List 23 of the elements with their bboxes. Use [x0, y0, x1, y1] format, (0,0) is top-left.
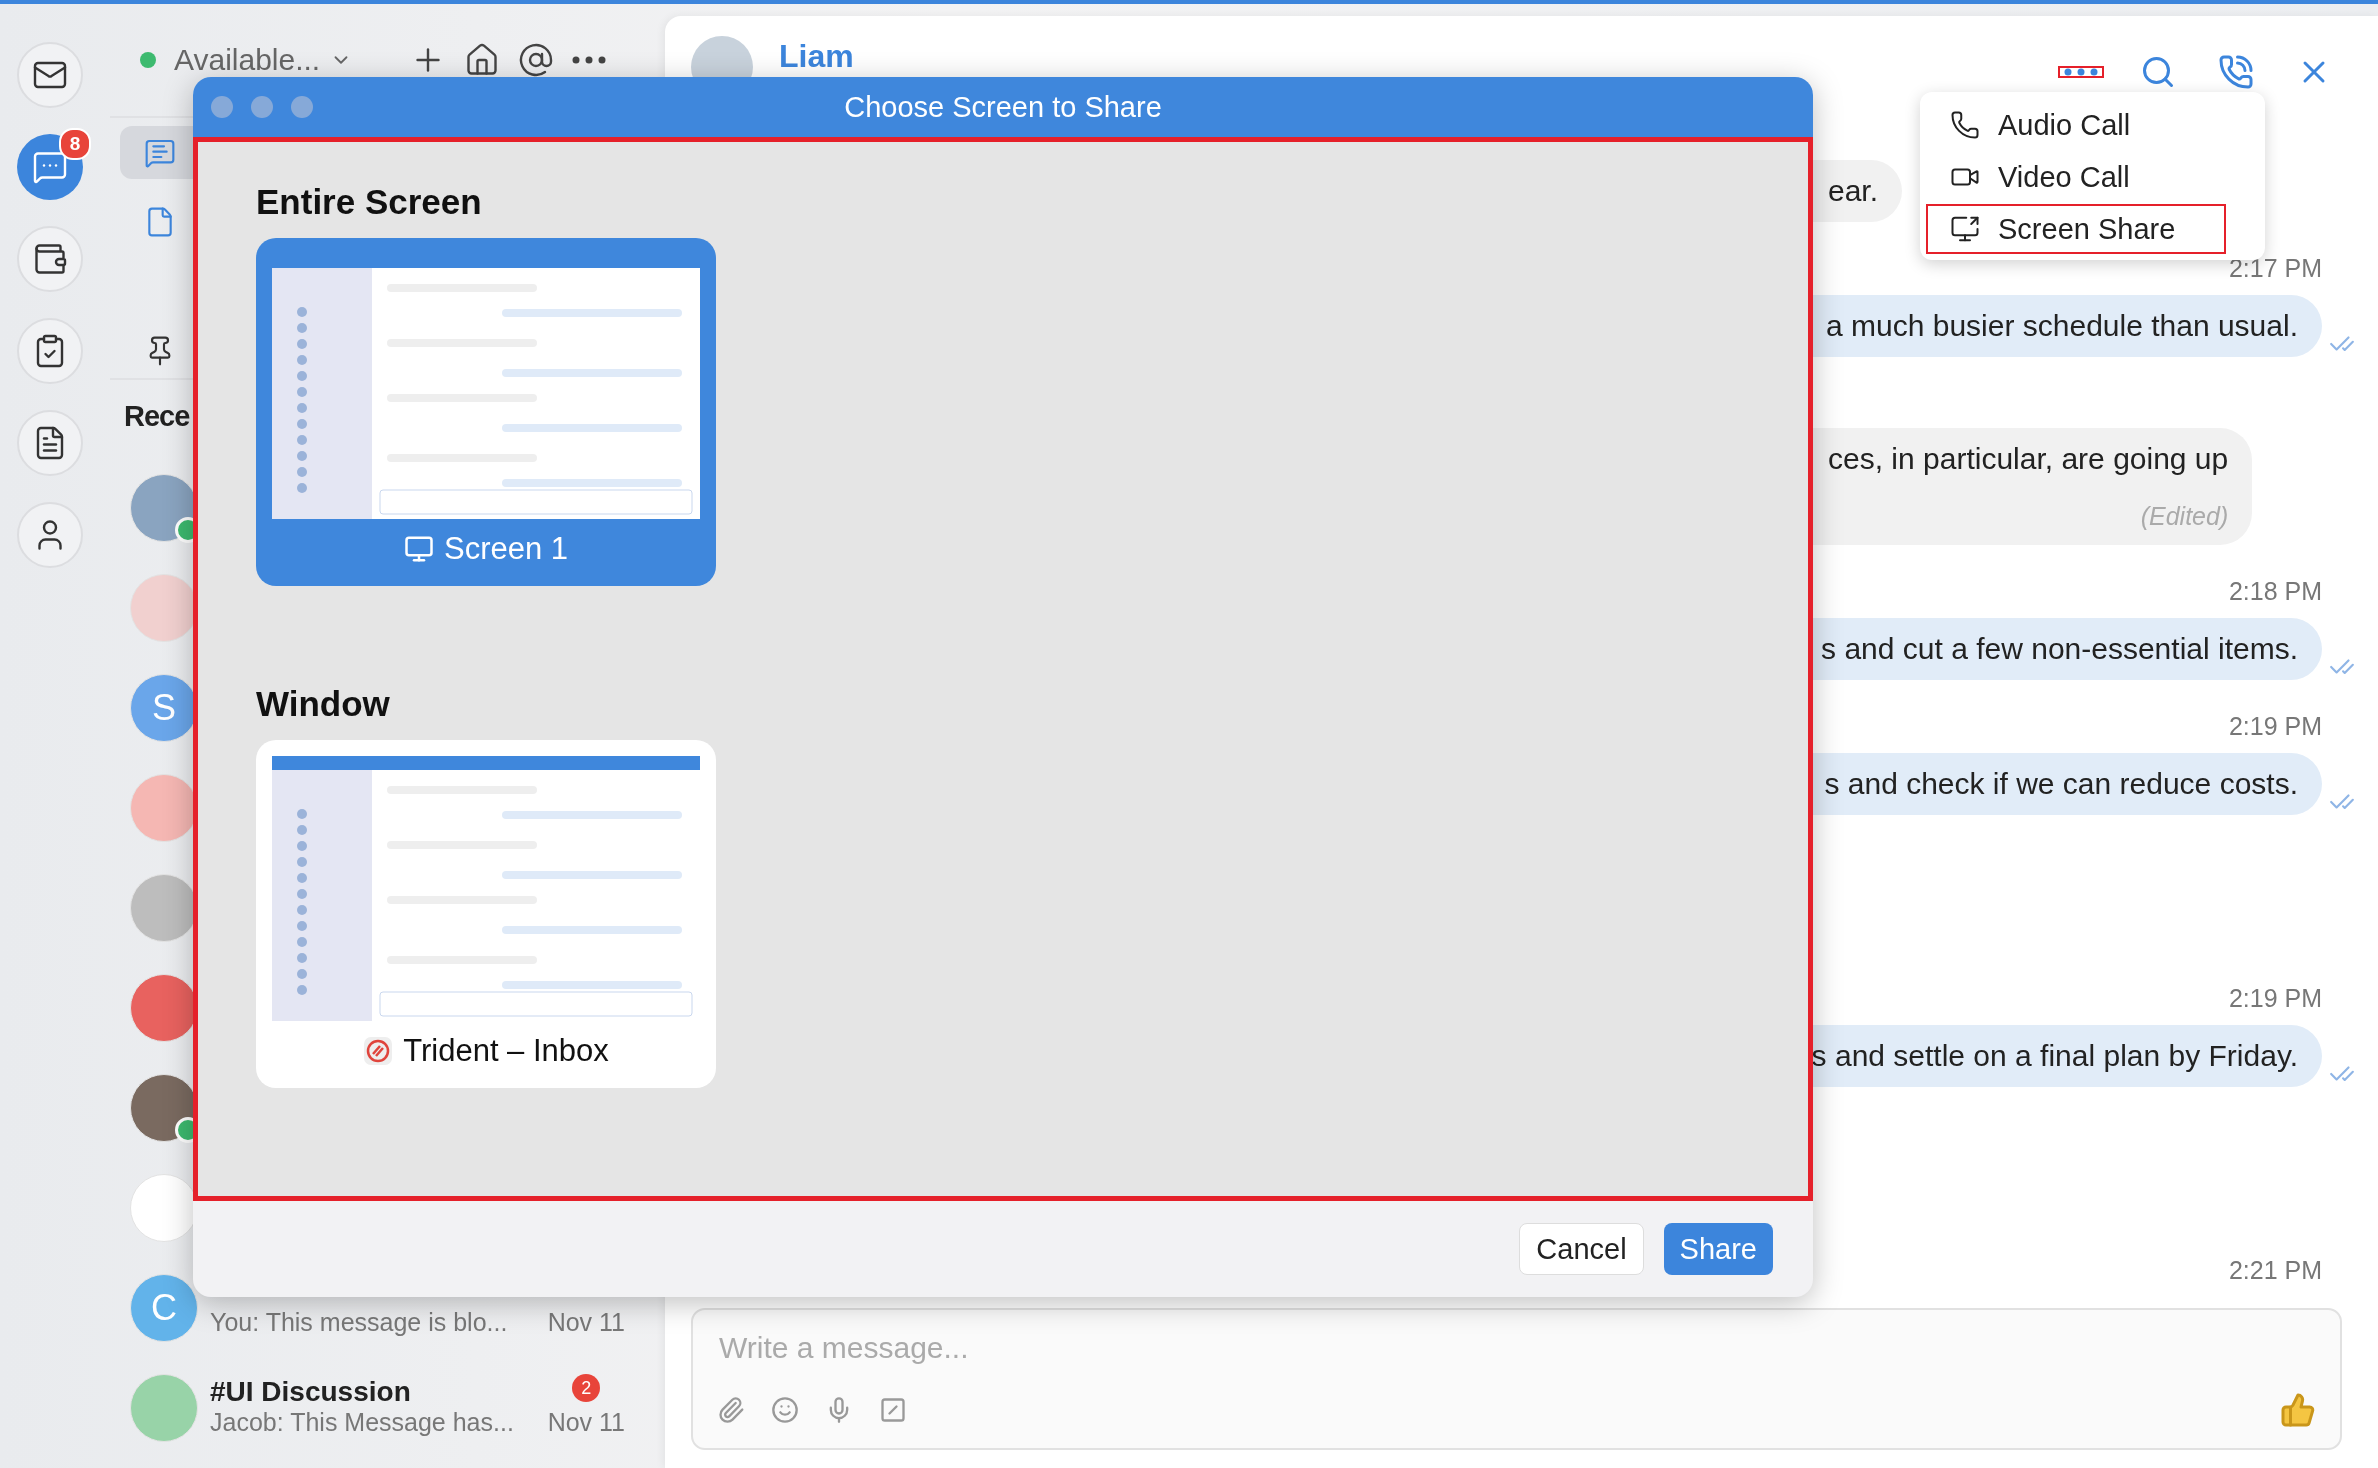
- contact-name: Liam: [779, 38, 854, 75]
- letter-avatar: C: [130, 1274, 198, 1342]
- source-label: Trident – Inbox: [403, 1033, 609, 1069]
- dialog-title: Choose Screen to Share: [843, 90, 1163, 124]
- message-time: 2:19 PM: [2228, 984, 2322, 1014]
- section-title: Entire Screen: [256, 182, 483, 222]
- message-preview: Jacob: This Message has...: [210, 1408, 514, 1438]
- section-title: Window: [256, 684, 391, 724]
- message-preview: You: This message is blo...: [210, 1308, 508, 1338]
- notification-badge: 8: [59, 128, 91, 160]
- message-time: 2:19 PM: [2228, 712, 2322, 742]
- edited-label: (Edited): [2140, 502, 2229, 531]
- chat-date: Nov 11: [547, 1308, 625, 1338]
- chat-date: Nov 11: [547, 1408, 625, 1438]
- section-heading: Rece: [123, 399, 191, 434]
- message-text: ear.: [1828, 174, 1879, 208]
- message-time: 2:21 PM: [2228, 1256, 2322, 1286]
- chat-name: #UI Discussion: [210, 1376, 412, 1408]
- source-label: Screen 1: [443, 531, 569, 567]
- message-text: ces, in particular, are going up: [1828, 442, 2229, 476]
- message-time: 2:17 PM: [2228, 254, 2322, 284]
- unread-badge: 2: [572, 1374, 601, 1402]
- message-time: 2:18 PM: [2228, 577, 2322, 607]
